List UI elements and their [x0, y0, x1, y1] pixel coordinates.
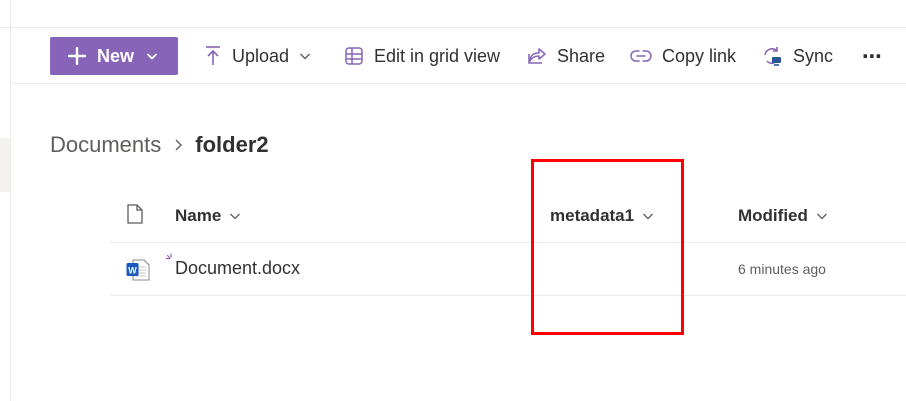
chevron-down-icon [146, 53, 158, 60]
highlight-annotation-box [531, 159, 684, 335]
share-label: Share [557, 45, 606, 66]
upload-icon [204, 45, 222, 67]
column-header-name-label: Name [175, 206, 222, 225]
upload-label: Upload [232, 45, 290, 66]
share-button[interactable]: Share [527, 40, 605, 72]
chevron-down-icon [229, 210, 241, 222]
new-button[interactable]: New [50, 37, 178, 75]
column-header-modified[interactable]: Modified [738, 204, 828, 228]
column-header-metadata1-label: metadata1 [550, 206, 635, 225]
edit-in-grid-view-label: Edit in grid view [374, 45, 501, 66]
chevron-down-icon [642, 210, 654, 222]
command-bar-divider [10, 83, 906, 84]
file-type-column-header[interactable] [126, 203, 144, 229]
word-doc-icon: W [126, 259, 150, 286]
more-options-icon: ⋯ [862, 45, 883, 68]
copy-link-label: Copy link [662, 45, 737, 66]
more-options-button[interactable]: ⋯ [862, 40, 883, 72]
left-rail-selected-item[interactable] [0, 138, 10, 192]
column-header-name[interactable]: Name [175, 204, 241, 228]
edit-in-grid-view-button[interactable]: Edit in grid view [344, 40, 500, 72]
chevron-down-icon [299, 50, 311, 62]
svg-text:W: W [128, 266, 137, 276]
chevron-right-icon [173, 138, 183, 152]
top-divider [0, 27, 906, 28]
sync-label: Sync [793, 45, 834, 66]
copy-link-button[interactable]: Copy link [630, 40, 736, 72]
column-header-modified-label: Modified [738, 206, 808, 225]
sync-icon [761, 45, 783, 67]
link-icon [630, 49, 652, 63]
left-navigation-rail [0, 0, 11, 401]
file-type-icon [126, 203, 144, 229]
plus-icon [68, 47, 86, 65]
share-icon [527, 46, 547, 66]
breadcrumb-parent[interactable]: Documents [50, 132, 161, 158]
chevron-down-icon [816, 210, 828, 222]
breadcrumb: Documents folder2 [50, 131, 269, 159]
upload-button[interactable]: Upload [204, 40, 311, 72]
sync-button[interactable]: Sync [761, 40, 833, 72]
breadcrumb-current: folder2 [195, 132, 269, 157]
column-header-metadata1[interactable]: metadata1 [550, 204, 654, 228]
row-file-name[interactable]: Document.docx [175, 258, 300, 279]
grid-icon [344, 46, 364, 66]
header-divider [110, 242, 906, 243]
row-divider [110, 295, 906, 296]
new-button-label: New [97, 45, 135, 66]
row-modified: 6 minutes ago [738, 261, 826, 277]
